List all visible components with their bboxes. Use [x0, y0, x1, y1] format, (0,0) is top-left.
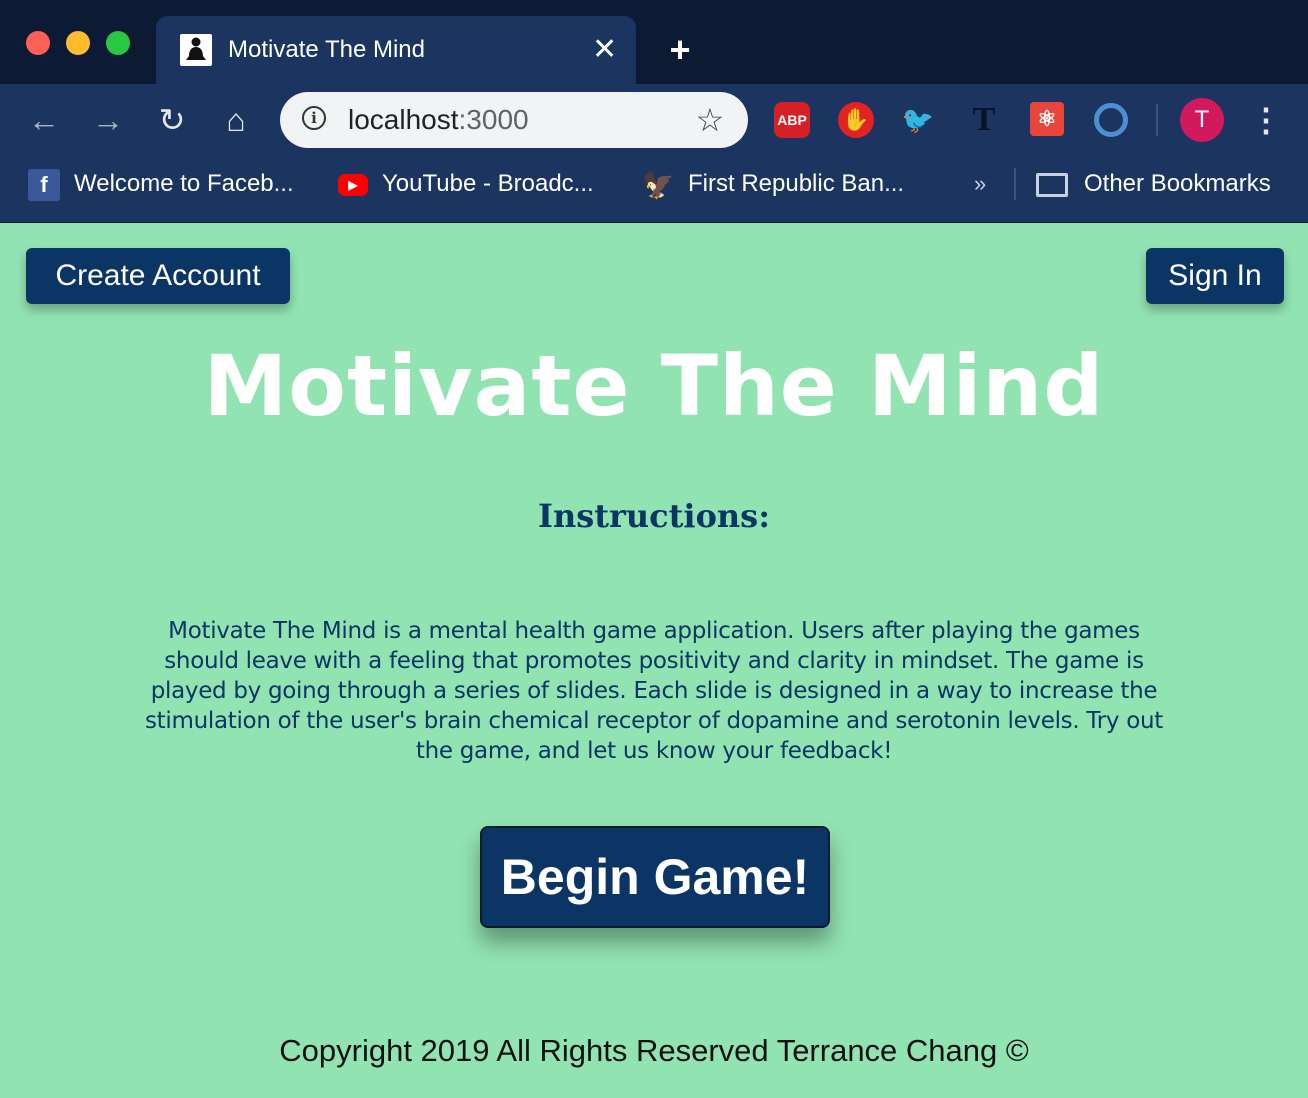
bookmark-youtube[interactable]: ▶ YouTube - Broadc... — [338, 168, 594, 200]
close-tab-icon[interactable]: ✕ — [592, 32, 617, 68]
browser-titlebar: Motivate The Mind ✕ + — [0, 0, 1308, 84]
maximize-window-button[interactable] — [106, 31, 130, 55]
close-window-button[interactable] — [26, 31, 50, 55]
copyright-footer: Copyright 2019 All Rights Reserved Terra… — [279, 1033, 1029, 1068]
new-tab-icon[interactable]: + — [664, 32, 696, 68]
other-bookmarks-folder[interactable]: Other Bookmarks — [1036, 168, 1271, 200]
bookmarks-bar: f Welcome to Faceb... ▶ YouTube - Broadc..… — [0, 156, 1308, 223]
create-account-button[interactable]: Create Account — [26, 248, 290, 304]
adblock-plus-icon[interactable]: ABP — [774, 102, 810, 138]
begin-game-button[interactable]: Begin Game! — [480, 826, 830, 928]
minimize-window-button[interactable] — [66, 31, 90, 55]
youtube-icon: ▶ — [338, 173, 368, 196]
instructions-heading: Instructions: — [537, 497, 770, 535]
page-title: Motivate The Mind — [203, 337, 1105, 435]
bookmark-label: Welcome to Faceb... — [74, 170, 294, 197]
browser-menu-icon[interactable]: ⋮ — [1250, 100, 1282, 140]
facebook-icon: f — [28, 168, 60, 201]
profile-avatar[interactable]: T — [1180, 98, 1224, 142]
url-text[interactable]: localhost:3000 — [348, 102, 529, 138]
toolbar-divider — [1156, 104, 1158, 136]
home-icon[interactable]: ⌂ — [216, 100, 256, 140]
sign-in-button[interactable]: Sign In — [1146, 248, 1284, 304]
browser-tab-active[interactable]: Motivate The Mind ✕ — [156, 16, 636, 84]
ring-extension-icon[interactable] — [1094, 103, 1128, 137]
meditation-icon — [180, 34, 212, 66]
url-host: localhost — [348, 104, 459, 135]
bird-extension-icon[interactable]: 🐦 — [900, 102, 936, 138]
browser-toolbar: ← → ↻ ⌂ i localhost:3000 ☆ ABP ✋ 🐦 T ⚛ T… — [0, 84, 1308, 156]
info-icon[interactable]: i — [302, 106, 326, 130]
more-bookmarks-icon[interactable]: » — [974, 168, 986, 200]
stop-hand-icon[interactable]: ✋ — [838, 102, 874, 138]
other-bookmarks-label: Other Bookmarks — [1084, 170, 1271, 197]
bookmarks-divider — [1014, 168, 1016, 200]
bookmark-star-icon[interactable]: ☆ — [692, 102, 728, 138]
bookmark-label: First Republic Ban... — [688, 170, 905, 197]
reload-icon[interactable]: ↻ — [152, 100, 192, 140]
address-bar[interactable]: i localhost:3000 ☆ — [280, 92, 748, 148]
bookmark-facebook[interactable]: f Welcome to Faceb... — [28, 168, 294, 201]
url-port: :3000 — [458, 104, 529, 135]
forward-arrow-icon[interactable]: → — [88, 100, 128, 140]
back-arrow-icon[interactable]: ← — [24, 100, 64, 140]
t-extension-icon[interactable]: T — [966, 102, 1002, 138]
react-devtools-icon[interactable]: ⚛ — [1030, 102, 1064, 136]
bookmark-first-republic[interactable]: 🦅 First Republic Ban... — [642, 168, 904, 200]
tab-title: Motivate The Mind — [228, 36, 425, 63]
folder-icon — [1036, 172, 1068, 197]
eagle-icon: 🦅 — [642, 169, 675, 200]
bookmark-label: YouTube - Broadc... — [382, 170, 594, 197]
game-description: Motivate The Mind is a mental health gam… — [144, 618, 1163, 764]
